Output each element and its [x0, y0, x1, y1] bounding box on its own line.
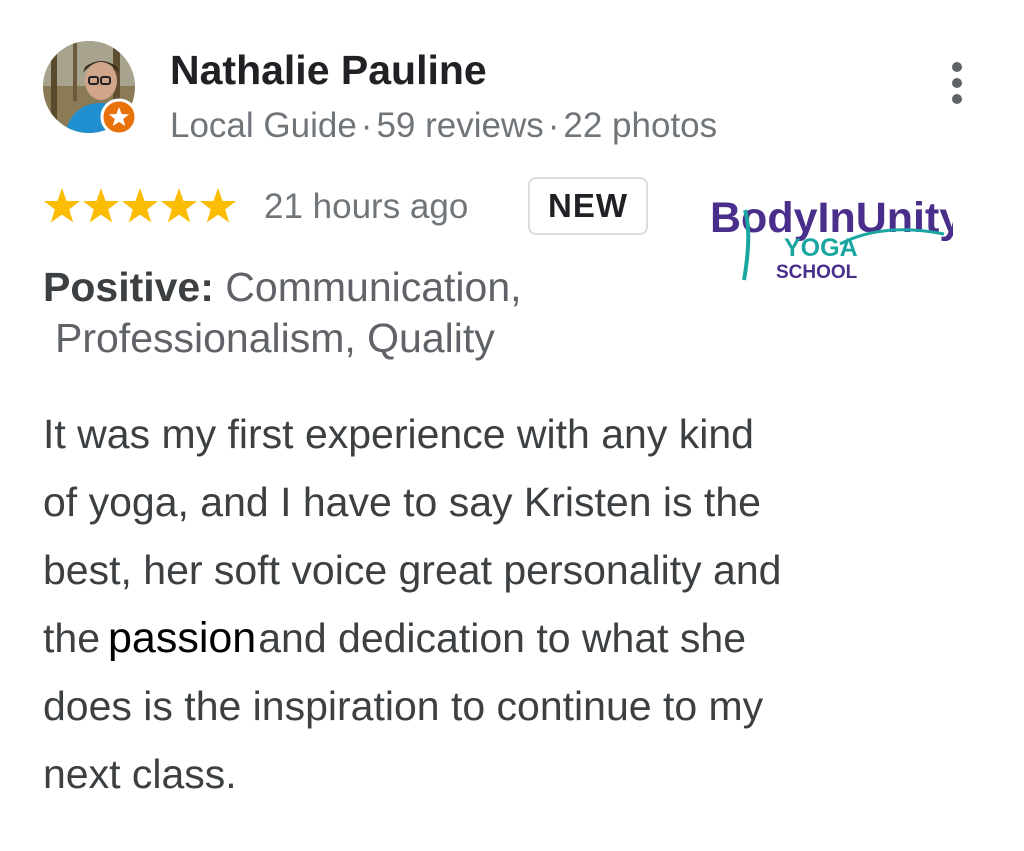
- star-icon: [43, 188, 81, 223]
- new-badge: NEW: [528, 177, 648, 235]
- review-line: next class.: [43, 751, 237, 797]
- more-vert-icon: [952, 62, 962, 104]
- review-line: best, her soft voice great personality a…: [43, 547, 782, 593]
- meta-separator: ·: [360, 106, 373, 145]
- logo-school-text: SCHOOL: [776, 262, 858, 283]
- positive-values: Communication,: [225, 264, 522, 310]
- review-line: of yoga, and I have to say Kristen is th…: [43, 479, 761, 525]
- bodyinunity-logo: BodyInUnity YOGA SCHOOL: [708, 188, 963, 286]
- local-guide-label: Local Guide: [170, 106, 357, 145]
- review-count: 59 reviews: [376, 106, 544, 145]
- star-icon: [121, 188, 159, 223]
- review-line: It was my first experience with any kind: [43, 411, 754, 457]
- local-guide-star-icon: [100, 98, 138, 136]
- positive-attributes: Positive: Communication, Professionalism…: [43, 262, 663, 364]
- star-icon: [199, 188, 237, 223]
- reviewer-avatar[interactable]: [43, 41, 138, 136]
- star-rating: [43, 187, 239, 225]
- star-icon: [160, 188, 198, 223]
- reviewer-name[interactable]: Nathalie Pauline: [170, 46, 487, 94]
- review-text: It was my first experience with any kind…: [43, 400, 943, 808]
- more-options-button[interactable]: [942, 58, 972, 108]
- photo-count: 22 photos: [563, 106, 718, 145]
- review-time: 21 hours ago: [264, 187, 469, 226]
- meta-separator: ·: [547, 106, 560, 145]
- review-line: does is the inspiration to continue to m…: [43, 683, 764, 729]
- star-icon: [82, 188, 120, 223]
- reviewer-meta: Local Guide · 59 reviews · 22 photos: [170, 104, 717, 148]
- logo-yoga-text: YOGA: [784, 234, 858, 262]
- review-line-start: the: [43, 615, 100, 661]
- positive-label: Positive:: [43, 264, 214, 310]
- review-line-end: and dedication to what she: [258, 615, 747, 661]
- positive-values-continued: Professionalism, Quality: [55, 315, 495, 361]
- overlay-word: passion: [108, 614, 257, 662]
- review-line: the passionand dedication to what she: [43, 604, 943, 672]
